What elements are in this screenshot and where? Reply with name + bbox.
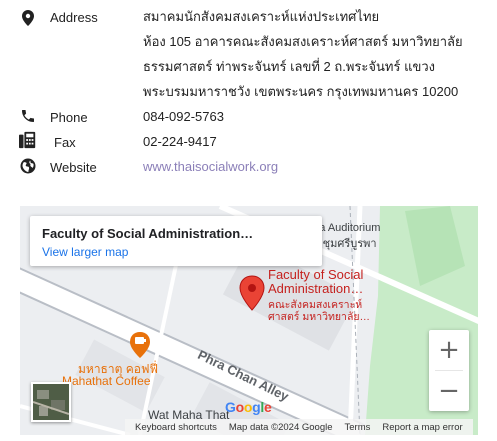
fax-value: 02-224-9417 <box>143 134 217 149</box>
address-line: พระบรมมหาราชวัง เขตพระนคร กรุงเทพมหานคร … <box>143 84 459 99</box>
google-letter: o <box>235 399 245 415</box>
satellite-toggle-thumbnail[interactable] <box>31 382 71 422</box>
place-card: Faculty of Social Administration… View l… <box>30 216 322 266</box>
poi-faculty-name-2[interactable]: Administration… <box>268 282 363 295</box>
globe-icon <box>19 157 37 175</box>
website-link[interactable]: www.thaisocialwork.org <box>143 154 278 179</box>
report-error-link[interactable]: Report a map error <box>382 422 462 433</box>
embedded-map[interactable]: ourapha Auditorium หอประชุมศรีบูรพา Facu… <box>20 206 478 435</box>
address-line: ห้อง 105 อาคารคณะสังคมสงเคราะห์ศาสตร์ มห… <box>143 34 463 49</box>
poi-faculty-thai-2: ศาสตร์ มหาวิทยาลัย… <box>268 311 371 323</box>
map-attribution-bar: Keyboard shortcuts Map data ©2024 Google… <box>125 419 473 435</box>
place-card-title: Faculty of Social Administration… <box>42 226 254 241</box>
poi-faculty-name-1[interactable]: Faculty of Social <box>268 268 363 281</box>
poi-cafe-name[interactable]: Mahathat Coffee <box>62 374 151 388</box>
satellite-thumbnail-icon <box>33 384 69 420</box>
phone-value[interactable]: 084-092-5763 <box>143 104 224 129</box>
phone-icon <box>19 107 37 125</box>
map-marker-icon <box>19 9 37 27</box>
address-line: สมาคมนักสังคมสงเคราะห์แห่งประเทศไทย <box>143 9 380 24</box>
keyboard-shortcuts-link[interactable]: Keyboard shortcuts <box>135 422 217 433</box>
address-value: สมาคมนักสังคมสงเคราะห์แห่งประเทศไทย ห้อง… <box>143 4 463 104</box>
google-letter: G <box>225 399 236 415</box>
zoom-control: + − <box>429 330 469 411</box>
fax-label: Fax <box>54 135 76 150</box>
map-data-text: Map data ©2024 Google <box>228 421 333 433</box>
zoom-in-button[interactable]: + <box>429 330 469 370</box>
google-letter: o <box>243 399 253 415</box>
terms-link[interactable]: Terms <box>345 422 371 433</box>
google-logo: Google <box>225 399 272 415</box>
zoom-out-button[interactable]: − <box>429 371 469 411</box>
fax-icon <box>19 131 37 149</box>
website-label: Website <box>50 160 97 175</box>
address-label: Address <box>50 10 98 25</box>
phone-label: Phone <box>50 110 88 125</box>
view-larger-map-link[interactable]: View larger map <box>42 245 128 259</box>
google-letter: e <box>263 399 272 415</box>
address-line: ธรรมศาสตร์ ท่าพระจันทร์ เลขที่ 2 ถ.พระจั… <box>143 59 435 74</box>
